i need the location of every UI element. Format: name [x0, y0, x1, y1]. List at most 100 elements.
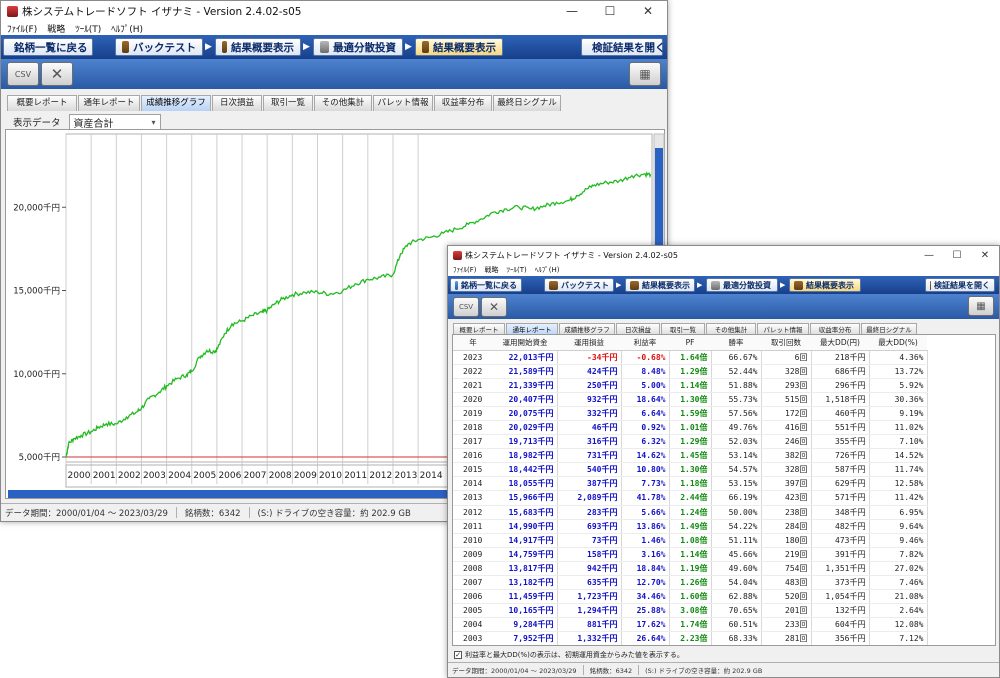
- table-cell: 686千円: [811, 364, 870, 379]
- menu-strategy[interactable]: 戦略: [485, 265, 499, 275]
- table-row[interactable]: 2009 14,759千円 158千円 3.16% 1.14倍 45.66% 219回 391…: [453, 547, 928, 562]
- menu-strategy[interactable]: 戦略: [47, 22, 65, 35]
- optimal-diversification-button[interactable]: 最適分散投資: [706, 278, 778, 292]
- nav-bar: 銘柄一覧に戻る バックテスト ▶ 結果概要表示 ▶ 最適分散投資 ▶ 結果概要表…: [448, 276, 999, 294]
- menu-file[interactable]: ﾌｧｲﾙ(F): [7, 22, 37, 35]
- tab-palette-info[interactable]: パレット情報: [373, 95, 433, 111]
- table-row[interactable]: 2020 20,407千円 932千円 18.64% 1.30倍 55.73% 515回 1,…: [453, 392, 928, 407]
- column-header[interactable]: 取引回数: [761, 335, 811, 351]
- menu-tools[interactable]: ﾂｰﾙ(T): [75, 22, 101, 35]
- table-row[interactable]: 2013 15,966千円 2,089千円 41.78% 2.44倍 66.19% 423回…: [453, 490, 928, 506]
- result-detail-button[interactable]: 結果概要表示: [415, 38, 503, 56]
- column-header[interactable]: 勝率: [711, 335, 761, 351]
- backtest-button[interactable]: バックテスト: [544, 278, 614, 292]
- result-summary-button[interactable]: 結果概要表示: [625, 278, 695, 292]
- close-icon[interactable]: ✕: [971, 246, 999, 264]
- column-header[interactable]: PF: [669, 335, 711, 351]
- calculator-button[interactable]: ▦: [968, 296, 994, 316]
- minimize-icon[interactable]: —: [915, 246, 943, 264]
- summary-icon: [794, 280, 803, 290]
- table-row[interactable]: 2012 15,683千円 283千円 5.66% 1.24倍 50.00% 238回 348…: [453, 505, 928, 520]
- table-row[interactable]: 2005 10,165千円 1,294千円 25.88% 3.08倍 70.65% 201回…: [453, 603, 928, 619]
- table-row[interactable]: 2010 14,917千円 73千円 1.46% 1.08倍 51.11% 180回 473千…: [453, 533, 928, 548]
- table-cell: 1,294千円: [557, 603, 622, 619]
- initial-capital-option[interactable]: ✓ 利益率と最大DD(%)の表示は、初期運用資金からみた値を表示する。: [454, 650, 684, 660]
- table-row[interactable]: 2023 22,013千円 -34千円 -0.68% 1.64倍 66.67% 6回 218千…: [453, 350, 928, 365]
- x-tick-label: 2005: [193, 471, 216, 481]
- table-row[interactable]: 2022 21,589千円 424千円 8.48% 1.29倍 52.44% 328回 686…: [453, 364, 928, 379]
- table-row[interactable]: 2017 19,713千円 316千円 6.32% 1.29倍 52.03% 246回 355…: [453, 434, 928, 450]
- column-header[interactable]: 最大DD(円): [811, 335, 869, 351]
- annual-report-table: 年運用開始資金 運用損益 利益率 PF 勝率 取引回数 最大DD(円) 最大DD(%) 202…: [453, 335, 928, 645]
- csv-export-button[interactable]: CSV: [453, 296, 479, 317]
- table-cell: 5.00%: [621, 378, 670, 393]
- table-cell: 68.33%: [711, 631, 762, 645]
- menu-help[interactable]: ﾍﾙﾌﾟ(H): [535, 265, 560, 275]
- open-result-button[interactable]: 検証結果を開く: [925, 278, 995, 292]
- y-tick-label: 5,000千円: [19, 452, 60, 463]
- maximize-icon[interactable]: ☐: [591, 1, 629, 21]
- table-cell: 754回: [761, 561, 812, 577]
- table-row[interactable]: 2018 20,029千円 46千円 0.92% 1.01倍 49.76% 416回 551千…: [453, 420, 928, 436]
- table-cell: 7.12%: [869, 631, 928, 645]
- table-cell: 5.66%: [621, 505, 670, 520]
- column-header[interactable]: 運用損益: [557, 335, 621, 351]
- column-header[interactable]: 最大DD(%): [869, 335, 927, 351]
- table-row[interactable]: 2014 18,055千円 387千円 7.73% 1.18倍 53.15% 397回 629…: [453, 476, 928, 492]
- tab-trade-list[interactable]: 取引一覧: [263, 95, 313, 111]
- table-cell: 6.95%: [869, 505, 928, 520]
- menu-help[interactable]: ﾍﾙﾌﾟ(H): [111, 22, 143, 35]
- report-tabs: 概要レポート 通年レポート 成績推移グラフ 日次損益 取引一覧 その他集計 パレ…: [1, 92, 667, 111]
- table-cell: 46千円: [557, 420, 622, 436]
- result-summary-button[interactable]: 結果概要表示: [215, 38, 301, 56]
- table-row[interactable]: 2016 18,982千円 731千円 14.62% 1.45倍 53.14% 382回 72…: [453, 448, 928, 464]
- table-cell: 7.73%: [621, 476, 670, 492]
- tab-return-distribution[interactable]: 収益率分布: [434, 95, 492, 111]
- table-row[interactable]: 2021 21,339千円 250千円 5.00% 1.14倍 51.88% 293回 296…: [453, 378, 928, 393]
- back-to-list-button[interactable]: 銘柄一覧に戻る: [450, 278, 522, 292]
- initial-capital-checkbox[interactable]: ✓: [454, 651, 462, 659]
- table-cell: 21,589千円: [493, 364, 558, 379]
- tab-summary-report[interactable]: 概要レポート: [7, 95, 77, 111]
- column-header[interactable]: 運用開始資金: [493, 335, 557, 351]
- window-title: 株システムトレードソフト イザナミ - Version 2.4.02-s05: [465, 250, 678, 260]
- table-row[interactable]: 2004 9,284千円 881千円 17.62% 1.74倍 60.51% 233回 604…: [453, 617, 928, 633]
- column-header[interactable]: 利益率: [621, 335, 669, 351]
- tab-other-stats[interactable]: その他集計: [314, 95, 372, 111]
- minimize-icon[interactable]: —: [553, 1, 591, 21]
- menu-file[interactable]: ﾌｧｲﾙ(F): [453, 265, 477, 275]
- backtest-icon: [122, 41, 129, 53]
- tab-annual-report[interactable]: 通年レポート: [78, 95, 140, 111]
- tab-last-day-signal[interactable]: 最終日シグナル: [493, 95, 561, 111]
- table-cell: 180回: [761, 533, 812, 548]
- settings-tool-button[interactable]: ✕: [41, 62, 73, 86]
- optimal-diversification-button[interactable]: 最適分散投資: [313, 38, 403, 56]
- calculator-button[interactable]: ▦: [629, 62, 661, 86]
- tab-daily-pl[interactable]: 日次損益: [212, 95, 262, 111]
- title-bar: 株システムトレードソフト イザナミ - Version 2.4.02-s05 —…: [1, 1, 667, 21]
- table-row[interactable]: 2011 14,990千円 693千円 13.86% 1.49倍 54.22% 284回 48…: [453, 519, 928, 534]
- back-to-list-button[interactable]: 銘柄一覧に戻る: [3, 38, 93, 56]
- table-cell: 4.36%: [869, 350, 928, 365]
- table-cell: 7.46%: [869, 575, 928, 591]
- table-row[interactable]: 2008 13,817千円 942千円 18.84% 1.19倍 49.60% 754回 1,…: [453, 561, 928, 577]
- result-detail-button[interactable]: 結果概要表示: [789, 278, 861, 292]
- csv-export-button[interactable]: CSV: [7, 62, 39, 86]
- table-row[interactable]: 2019 20,075千円 332千円 6.64% 1.59倍 57.56% 172回 460…: [453, 406, 928, 421]
- step-arrow-icon: ▶: [205, 42, 212, 52]
- tab-performance-graph[interactable]: 成績推移グラフ: [141, 95, 211, 111]
- table-row[interactable]: 2006 11,459千円 1,723千円 34.46% 1.60倍 62.88% 520回…: [453, 589, 928, 605]
- close-icon[interactable]: ✕: [629, 1, 667, 21]
- table-row[interactable]: 2003 7,952千円 1,332千円 26.64% 2.23倍 68.33% 281回 3…: [453, 631, 928, 645]
- display-data-select[interactable]: 資産合計 ▾: [68, 114, 161, 130]
- maximize-icon[interactable]: ☐: [943, 246, 971, 264]
- settings-tool-button[interactable]: ✕: [481, 296, 507, 317]
- table-row[interactable]: 2007 13,182千円 635千円 12.70% 1.26倍 54.04% 483回 37…: [453, 575, 928, 591]
- calculator-icon: [711, 280, 720, 290]
- column-header[interactable]: 年: [453, 335, 493, 351]
- table-row[interactable]: 2015 18,442千円 540千円 10.80% 1.30倍 54.57% 328回 58…: [453, 462, 928, 478]
- menu-bar: ﾌｧｲﾙ(F) 戦略 ﾂｰﾙ(T) ﾍﾙﾌﾟ(H): [1, 21, 667, 35]
- menu-tools[interactable]: ﾂｰﾙ(T): [507, 265, 527, 275]
- open-result-button[interactable]: 検証結果を開く: [581, 38, 666, 56]
- backtest-button[interactable]: バックテスト: [115, 38, 203, 56]
